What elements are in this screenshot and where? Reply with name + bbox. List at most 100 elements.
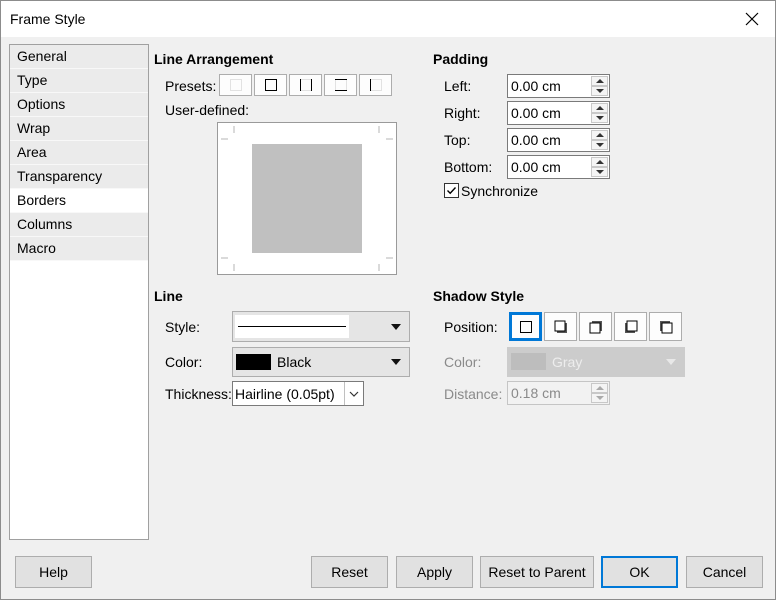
- border-preview-graphic: [221, 126, 393, 271]
- thickness-dropdown-button[interactable]: [344, 382, 363, 405]
- synchronize-checkbox[interactable]: [444, 183, 459, 198]
- dialog-window: Frame Style General Type Options Wrap Ar…: [0, 0, 776, 600]
- arrow-up-icon: [595, 386, 604, 390]
- shadow-distance-increment[interactable]: [591, 383, 608, 393]
- arrow-down-icon: [595, 116, 604, 120]
- shadow-distance-field[interactable]: 0.18 cm: [507, 381, 610, 405]
- padding-right-increment[interactable]: [591, 103, 608, 113]
- arrow-up-icon: [595, 160, 604, 164]
- reset-button[interactable]: Reset: [311, 556, 388, 588]
- shadow-bottom-left-button[interactable]: [614, 312, 647, 341]
- shadow-top-right-icon: [589, 320, 602, 333]
- reset-to-parent-button[interactable]: Reset to Parent: [480, 556, 594, 588]
- padding-bottom-increment[interactable]: [591, 157, 608, 167]
- sidebar-item-macro[interactable]: Macro: [10, 237, 148, 261]
- arrow-down-icon: [595, 396, 604, 400]
- chevron-down-icon: [349, 391, 359, 397]
- line-arrangement-heading: Line Arrangement: [154, 51, 274, 67]
- border-left-right-icon: [299, 79, 312, 91]
- shadow-none-button[interactable]: [509, 312, 542, 341]
- padding-top-field[interactable]: 0.00 cm: [507, 128, 610, 152]
- sidebar-item-options[interactable]: Options: [10, 93, 148, 117]
- preset-left-right-button[interactable]: [289, 74, 322, 96]
- synchronize-label[interactable]: Synchronize: [461, 183, 538, 199]
- padding-right-value: 0.00 cm: [511, 105, 561, 121]
- sidebar-item-area[interactable]: Area: [10, 141, 148, 165]
- line-color-dropdown[interactable]: Black: [232, 347, 410, 377]
- shadow-bottom-right-button[interactable]: [544, 312, 577, 341]
- border-preview[interactable]: [217, 122, 397, 275]
- padding-bottom-value: 0.00 cm: [511, 159, 561, 175]
- chevron-down-icon: [391, 323, 401, 330]
- line-heading: Line: [154, 288, 183, 304]
- thickness-value: Hairline (0.05pt): [235, 386, 335, 402]
- ok-button[interactable]: OK: [601, 556, 678, 588]
- close-button[interactable]: [729, 1, 775, 37]
- arrow-up-icon: [595, 106, 604, 110]
- padding-bottom-field[interactable]: 0.00 cm: [507, 155, 610, 179]
- padding-top-decrement[interactable]: [591, 140, 608, 150]
- window-title: Frame Style: [10, 11, 86, 27]
- arrow-down-icon: [595, 170, 604, 174]
- shadow-top-right-button[interactable]: [579, 312, 612, 341]
- sidebar-item-wrap[interactable]: Wrap: [10, 117, 148, 141]
- color-swatch: [236, 354, 271, 370]
- close-icon: [745, 12, 759, 26]
- apply-button[interactable]: Apply: [396, 556, 473, 588]
- sidebar-item-columns[interactable]: Columns: [10, 213, 148, 237]
- preset-box-button[interactable]: [254, 74, 287, 96]
- shadow-none-icon: [519, 320, 532, 333]
- shadow-distance-value: 0.18 cm: [511, 385, 561, 401]
- preset-top-bottom-button[interactable]: [324, 74, 357, 96]
- shadow-distance-decrement[interactable]: [591, 393, 608, 403]
- line-style-preview: [235, 315, 349, 338]
- thickness-label: Thickness:: [165, 386, 232, 402]
- padding-top-label: Top:: [444, 132, 471, 148]
- shadow-top-left-button[interactable]: [649, 312, 682, 341]
- padding-top-value: 0.00 cm: [511, 132, 561, 148]
- padding-top-increment[interactable]: [591, 130, 608, 140]
- presets-label: Presets:: [165, 78, 217, 94]
- chevron-down-icon: [391, 359, 401, 365]
- shadow-color-dropdown[interactable]: Gray: [507, 347, 685, 377]
- chevron-down-icon: [666, 359, 676, 365]
- line-style-dropdown[interactable]: [232, 311, 410, 342]
- sidebar-item-borders[interactable]: Borders: [10, 189, 148, 213]
- padding-heading: Padding: [433, 51, 489, 67]
- padding-left-label: Left:: [444, 78, 472, 94]
- padding-right-decrement[interactable]: [591, 113, 608, 123]
- shadow-color-value: Gray: [552, 354, 583, 370]
- help-button[interactable]: Help: [15, 556, 92, 588]
- thickness-dropdown[interactable]: Hairline (0.05pt): [232, 381, 364, 406]
- arrow-down-icon: [595, 89, 604, 93]
- shadow-distance-label: Distance:: [444, 386, 503, 402]
- padding-left-increment[interactable]: [591, 76, 608, 86]
- sidebar: General Type Options Wrap Area Transpare…: [9, 44, 149, 540]
- line-style-label: Style:: [165, 319, 201, 335]
- shadow-bottom-left-icon: [624, 320, 637, 333]
- padding-right-field[interactable]: 0.00 cm: [507, 101, 610, 125]
- shadow-top-left-icon: [659, 320, 672, 333]
- sidebar-item-transparency[interactable]: Transparency: [10, 165, 148, 189]
- solid-line-icon: [238, 326, 346, 327]
- arrow-down-icon: [595, 143, 604, 147]
- border-none-icon: [229, 79, 242, 91]
- arrow-up-icon: [595, 79, 604, 83]
- padding-right-label: Right:: [444, 105, 481, 121]
- preset-left-button[interactable]: [359, 74, 392, 96]
- border-left-icon: [369, 79, 382, 91]
- sidebar-item-type[interactable]: Type: [10, 69, 148, 93]
- user-defined-label: User-defined:: [165, 102, 250, 118]
- cancel-button[interactable]: Cancel: [686, 556, 763, 588]
- preset-none-button[interactable]: [219, 74, 252, 96]
- shadow-bottom-right-icon: [554, 320, 567, 333]
- padding-bottom-decrement[interactable]: [591, 167, 608, 177]
- color-swatch: [511, 353, 546, 370]
- padding-left-decrement[interactable]: [591, 86, 608, 96]
- padding-bottom-label: Bottom:: [444, 159, 493, 175]
- arrow-up-icon: [595, 133, 604, 137]
- sidebar-item-general[interactable]: General: [10, 45, 148, 69]
- shadow-position-label: Position:: [444, 319, 498, 335]
- padding-left-field[interactable]: 0.00 cm: [507, 74, 610, 98]
- line-color-label: Color:: [165, 354, 203, 370]
